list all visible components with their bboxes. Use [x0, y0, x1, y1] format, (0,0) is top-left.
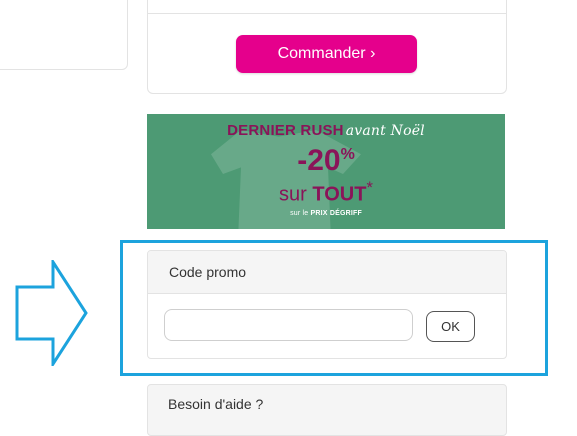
banner-footnote: sur le PRIX DÉGRIFF — [147, 210, 505, 217]
banner-headline: DERNIER RUSH avant Noël — [147, 122, 505, 139]
banner-headline-bold: DERNIER RUSH — [227, 122, 344, 139]
help-title: Besoin d'aide ? — [168, 396, 264, 412]
banner-scope-bold: TOUT — [312, 183, 367, 206]
banner-scope: sur TOUT* — [147, 178, 505, 207]
banner-headline-script: avant Noël — [345, 123, 425, 139]
banner-scope-prefix: sur — [279, 183, 313, 206]
summary-card-partial — [0, 0, 128, 70]
promo-code-input[interactable] — [164, 309, 413, 341]
promo-code-header: Code promo — [148, 251, 506, 294]
promo-code-ok-button[interactable]: OK — [426, 311, 475, 342]
divider — [148, 13, 506, 14]
order-card: Commander › — [147, 0, 507, 94]
promo-code-title: Code promo — [169, 264, 247, 280]
banner-discount-percent: % — [340, 146, 355, 163]
promo-code-card: Code promo OK — [147, 250, 507, 359]
banner-footnote-prefix: sur le — [290, 210, 311, 217]
order-button[interactable]: Commander › — [236, 35, 417, 73]
banner-discount-value: -20 — [297, 144, 341, 177]
banner-footnote-bold: PRIX DÉGRIFF — [310, 210, 362, 217]
banner-scope-asterisk: * — [366, 178, 373, 197]
promo-banner[interactable]: DERNIER RUSH avant Noël -20% sur TOUT* su… — [147, 114, 505, 229]
help-card[interactable]: Besoin d'aide ? — [147, 384, 507, 436]
banner-discount: -20% — [147, 144, 505, 178]
right-arrow-outline-icon — [15, 260, 88, 366]
